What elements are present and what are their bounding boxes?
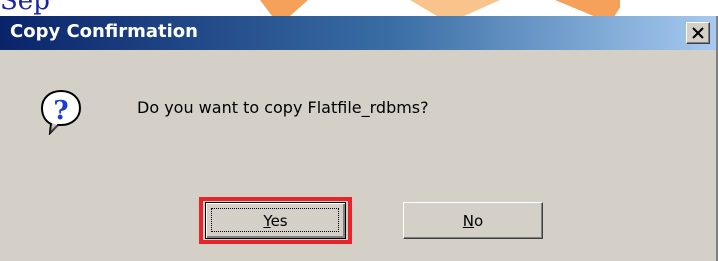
yes-button-label: Yes — [263, 211, 288, 230]
no-button[interactable]: No — [403, 202, 543, 239]
background-decoration — [260, 0, 308, 16]
background-partial-text: Sep — [0, 0, 50, 16]
close-button[interactable] — [686, 22, 710, 44]
background-decoration — [620, 0, 718, 16]
svg-text:?: ? — [53, 96, 68, 126]
dialog-titlebar[interactable]: Copy Confirmation — [0, 16, 716, 50]
no-button-label: No — [462, 211, 484, 230]
dialog-message: Do you want to copy Flatfile_rdbms? — [137, 98, 429, 117]
screen: Sep Copy Confirmation ? Do you want to c… — [0, 0, 718, 261]
yes-button[interactable]: Yes — [205, 202, 346, 239]
background-decoration — [555, 0, 625, 16]
copy-confirmation-dialog: Copy Confirmation ? Do you want to copy … — [0, 16, 718, 261]
background-decoration — [410, 0, 500, 16]
dialog-title: Copy Confirmation — [10, 21, 198, 42]
close-icon — [692, 27, 704, 39]
question-icon: ? — [40, 89, 82, 136]
